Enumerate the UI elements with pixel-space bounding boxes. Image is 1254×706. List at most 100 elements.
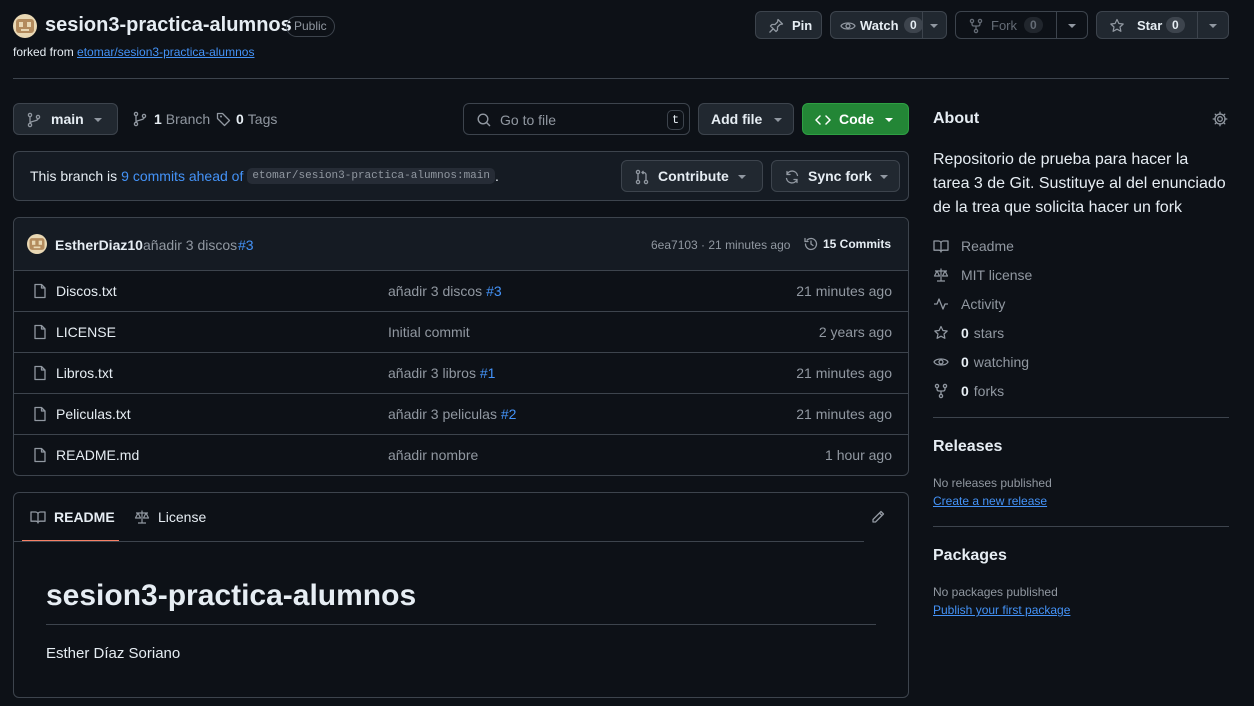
tags-label: Tags xyxy=(247,111,278,127)
tab-readme[interactable]: README xyxy=(22,493,119,542)
contribute-label: Contribute xyxy=(658,168,729,184)
tags-link[interactable]: 0 Tags xyxy=(216,111,277,127)
fork-status-prefix: This branch is xyxy=(30,168,118,184)
file-commit-date: 2 years ago xyxy=(818,324,892,340)
file-name[interactable]: README.md xyxy=(56,447,139,463)
file-row[interactable]: Discos.txt añadir 3 discos #3 21 minutes a… xyxy=(14,270,908,311)
tab-license-label: License xyxy=(158,509,207,525)
tab-license[interactable]: License xyxy=(134,509,206,525)
about-forks-label: forks xyxy=(973,383,1005,399)
about-forks-link[interactable]: 0 forks xyxy=(933,383,1004,399)
file-commit-message[interactable]: Initial commit xyxy=(388,324,470,340)
file-row[interactable]: README.md añadir nombre 1 hour ago xyxy=(14,434,908,475)
commits-count-link[interactable]: 15 Commits xyxy=(803,236,891,252)
pull-request-icon xyxy=(635,169,649,185)
book-icon xyxy=(933,240,949,253)
file-commit-text[interactable]: Initial commit xyxy=(388,324,470,340)
settings-gear-icon[interactable] xyxy=(1212,111,1228,127)
watch-dropdown-icon[interactable] xyxy=(930,24,938,28)
file-row[interactable]: Libros.txt añadir 3 libros #1 21 minutes a… xyxy=(14,352,908,393)
branch-icon xyxy=(133,111,147,127)
releases-title[interactable]: Releases xyxy=(933,438,1002,456)
star-button[interactable]: Star 0 xyxy=(1096,11,1229,39)
about-forks-count: 0 xyxy=(961,383,969,399)
file-commit-message[interactable]: añadir nombre xyxy=(388,447,478,463)
about-license-link[interactable]: MIT license xyxy=(933,267,1032,283)
star-label: Star xyxy=(1137,17,1163,33)
file-row[interactable]: LICENSE Initial commit 2 years ago xyxy=(14,311,908,352)
file-row[interactable]: Peliculas.txt añadir 3 peliculas #2 21 min… xyxy=(14,393,908,434)
code-button[interactable]: Code xyxy=(802,103,909,135)
fork-count: 0 xyxy=(1024,17,1043,33)
law-icon xyxy=(134,510,150,524)
repo-name[interactable]: sesion3-practica-alumnos xyxy=(45,14,292,37)
sync-fork-label: Sync fork xyxy=(808,168,872,184)
visibility-badge: Public xyxy=(286,16,335,37)
commit-message[interactable]: añadir 3 discos xyxy=(143,237,237,253)
commits-ahead-link[interactable]: 9 commits ahead of xyxy=(121,168,243,184)
commit-author[interactable]: EstherDiaz10 xyxy=(55,237,143,253)
go-to-file-input[interactable]: Go to file t xyxy=(463,103,690,135)
branch-selector[interactable]: main xyxy=(13,103,118,135)
upstream-branch[interactable]: etomar/sesion3-practica-alumnos:main xyxy=(247,168,495,184)
file-commit-message[interactable]: añadir 3 peliculas #2 xyxy=(388,406,516,422)
history-icon xyxy=(804,237,818,251)
about-description: Repositorio de prueba para hacer la tare… xyxy=(933,151,1226,216)
create-release-link[interactable]: Create a new release xyxy=(933,494,1047,508)
commit-pr-link[interactable]: #3 xyxy=(238,237,254,253)
file-commit-pr-link[interactable]: #3 xyxy=(486,283,502,299)
file-commit-message[interactable]: añadir 3 libros #1 xyxy=(388,365,495,381)
packages-title[interactable]: Packages xyxy=(933,547,1007,565)
file-commit-text[interactable]: añadir 3 discos xyxy=(388,283,482,299)
about-activity-link[interactable]: Activity xyxy=(933,296,1005,312)
add-file-dropdown-icon xyxy=(774,118,782,122)
about-stars-count: 0 xyxy=(961,325,969,341)
branches-link[interactable]: 1 Branch xyxy=(132,111,210,127)
about-watching-label: watching xyxy=(973,354,1030,370)
fork-status-text: This branch is 9 commits ahead of etomar… xyxy=(30,168,499,184)
commit-author-avatar[interactable] xyxy=(27,234,47,254)
readme-box: README License sesion3-practica-alumnos … xyxy=(13,492,909,698)
add-file-button[interactable]: Add file xyxy=(698,103,794,135)
file-commit-text[interactable]: añadir 3 peliculas xyxy=(388,406,497,422)
file-icon xyxy=(34,447,46,463)
repo-avatar[interactable] xyxy=(13,14,37,38)
readme-heading-divider xyxy=(46,624,876,625)
edit-readme-button[interactable] xyxy=(870,509,886,525)
file-icon xyxy=(34,365,46,381)
fork-label: Fork xyxy=(991,17,1017,33)
file-icon xyxy=(34,324,46,340)
readme-tab-divider xyxy=(14,541,864,542)
file-name[interactable]: LICENSE xyxy=(56,324,116,340)
file-commit-pr-link[interactable]: #2 xyxy=(501,406,517,422)
star-dropdown-icon[interactable] xyxy=(1209,24,1217,28)
file-commit-pr-link[interactable]: #1 xyxy=(480,365,496,381)
star-count: 0 xyxy=(1166,17,1185,33)
commit-meta[interactable]: 6ea7103 · 21 minutes ago xyxy=(651,238,790,252)
about-watching-link[interactable]: 0 watching xyxy=(933,354,1029,370)
fork-status-suffix: . xyxy=(494,168,499,184)
watch-button[interactable]: Watch 0 xyxy=(830,11,947,39)
file-icon xyxy=(34,406,46,422)
file-name[interactable]: Discos.txt xyxy=(56,283,117,299)
file-name[interactable]: Peliculas.txt xyxy=(56,406,131,422)
fork-dropdown-icon[interactable] xyxy=(1068,24,1076,28)
pin-button[interactable]: Pin xyxy=(755,11,822,39)
pin-icon xyxy=(769,18,784,33)
file-commit-message[interactable]: añadir 3 discos #3 xyxy=(388,283,502,299)
sync-fork-button[interactable]: Sync fork xyxy=(771,160,900,192)
eye-icon xyxy=(933,358,949,366)
file-commit-text[interactable]: añadir 3 libros xyxy=(388,365,476,381)
pencil-icon xyxy=(872,510,885,523)
about-readme-link[interactable]: Readme xyxy=(933,238,1014,254)
file-name[interactable]: Libros.txt xyxy=(56,365,113,381)
pin-label: Pin xyxy=(792,17,813,33)
contribute-button[interactable]: Contribute xyxy=(621,160,763,192)
releases-divider xyxy=(933,526,1229,527)
publish-package-link[interactable]: Publish your first package xyxy=(933,603,1070,617)
fork-button[interactable]: Fork 0 xyxy=(955,11,1088,39)
forked-from-link[interactable]: etomar/sesion3-practica-alumnos xyxy=(77,45,254,59)
file-commit-text[interactable]: añadir nombre xyxy=(388,447,478,463)
watch-label: Watch xyxy=(860,17,899,33)
about-stars-link[interactable]: 0 stars xyxy=(933,325,1004,341)
